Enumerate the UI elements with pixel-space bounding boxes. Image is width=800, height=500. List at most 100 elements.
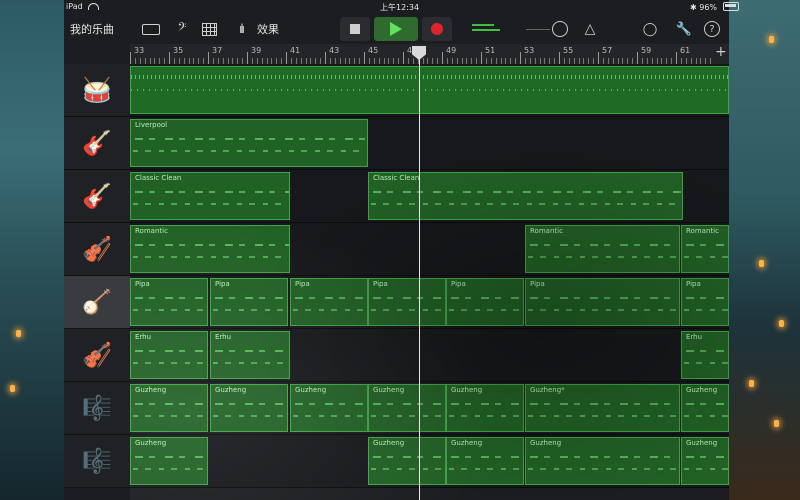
- music-region[interactable]: [130, 66, 729, 114]
- music-region[interactable]: Classic Clean: [130, 172, 290, 220]
- record-button[interactable]: [422, 17, 452, 41]
- track-header-drum-kit[interactable]: 🥁: [64, 64, 130, 117]
- ruler-tick: [130, 52, 131, 64]
- region-label: Romantic: [135, 227, 168, 235]
- music-region[interactable]: Pipa: [210, 278, 288, 326]
- track-header-electric-guitar[interactable]: 🎸: [64, 117, 130, 170]
- loop-browser-button[interactable]: ◯: [642, 18, 658, 40]
- music-region[interactable]: Classic Clean: [368, 172, 683, 220]
- music-region[interactable]: Guzheng: [130, 384, 208, 432]
- guitar-icon: 𝄢: [177, 21, 187, 37]
- region-label: Pipa: [373, 280, 388, 288]
- music-region[interactable]: Romantic: [130, 225, 290, 273]
- battery-percent: 96%: [699, 3, 718, 12]
- timeline-ruler[interactable]: 333537394143454749515355575961: [130, 44, 729, 65]
- music-region[interactable]: Pipa: [681, 278, 729, 326]
- track-header-pipa[interactable]: 🪕: [64, 276, 130, 329]
- ruler-tick: [325, 52, 326, 64]
- music-region[interactable]: Guzheng: [368, 384, 446, 432]
- my-songs-button[interactable]: 我的乐曲: [70, 18, 114, 40]
- bar-number: 53: [524, 46, 535, 55]
- music-region[interactable]: Pipa: [290, 278, 368, 326]
- music-region[interactable]: Guzheng: [130, 437, 208, 485]
- music-region[interactable]: Guzheng: [210, 384, 288, 432]
- track-lane: [130, 64, 729, 117]
- stop-button[interactable]: [340, 17, 370, 41]
- region-label: Erhu: [686, 333, 703, 341]
- lantern-decoration: [16, 330, 21, 337]
- track-lane: Guzheng Guzheng Guzheng Guzheng Guzheng: [130, 435, 729, 488]
- music-region[interactable]: Guzheng*: [525, 384, 680, 432]
- track-header-hollow-guitar[interactable]: 🎸: [64, 170, 130, 223]
- strings-icon: 🎻: [82, 235, 112, 263]
- metronome-button[interactable]: △: [582, 18, 598, 40]
- ruler-tick: [520, 52, 521, 64]
- region-label: Guzheng: [451, 386, 483, 394]
- music-region[interactable]: Guzheng: [681, 437, 729, 485]
- mixer-button[interactable]: ılı: [232, 18, 250, 40]
- ruler-tick: [364, 52, 365, 64]
- tracks-view-button[interactable]: [140, 18, 162, 40]
- track-header-guzheng[interactable]: 🎼: [64, 435, 130, 488]
- music-region[interactable]: Liverpool: [130, 119, 368, 167]
- bar-number: 57: [602, 46, 613, 55]
- track-lane: Classic Clean Classic Clean: [130, 170, 729, 223]
- bar-number: 45: [368, 46, 379, 55]
- region-label: Guzheng: [135, 386, 167, 394]
- background-scenery-right: [729, 0, 800, 500]
- metronome-icon: △: [584, 21, 596, 37]
- record-icon: [431, 23, 443, 35]
- wrench-icon: 🔧: [675, 21, 693, 37]
- music-region[interactable]: Pipa: [130, 278, 208, 326]
- play-button[interactable]: [374, 17, 418, 41]
- music-region[interactable]: Guzheng: [446, 384, 524, 432]
- volume-track: [526, 29, 550, 30]
- track-lane: Pipa Pipa Pipa Pipa Pipa Pipa Pipa: [130, 276, 729, 329]
- wifi-icon: [88, 3, 99, 10]
- music-region[interactable]: Guzheng: [290, 384, 368, 432]
- music-region[interactable]: Erhu: [681, 331, 729, 379]
- region-label: Guzheng: [373, 386, 405, 394]
- music-region[interactable]: Pipa: [368, 278, 446, 326]
- bar-number: 43: [329, 46, 340, 55]
- track-header-erhu[interactable]: 🎻: [64, 329, 130, 382]
- battery-status: ✱ 96%: [690, 2, 739, 12]
- music-region[interactable]: Romantic: [525, 225, 680, 273]
- add-section-button[interactable]: +: [715, 44, 727, 60]
- background-scenery-left: [0, 0, 64, 500]
- hollow-guitar-icon: 🎸: [82, 182, 112, 210]
- music-region[interactable]: Guzheng: [681, 384, 729, 432]
- region-label: Guzheng: [530, 439, 562, 447]
- loop-icon: ◯: [642, 21, 658, 37]
- volume-slider[interactable]: [552, 21, 568, 37]
- control-bar: 我的乐曲 𝄢 ılı 效果 △ ◯ 🔧 ?: [64, 14, 729, 44]
- music-region[interactable]: Guzheng: [368, 437, 446, 485]
- track-header-strings[interactable]: 🎻: [64, 223, 130, 276]
- settings-button[interactable]: 🔧: [676, 18, 692, 40]
- lantern-decoration: [769, 36, 774, 43]
- playhead-line: [419, 58, 420, 500]
- region-label: Classic Clean: [135, 174, 182, 182]
- music-region[interactable]: Erhu: [130, 331, 208, 379]
- region-label: Guzheng: [686, 439, 718, 447]
- ruler-tick: [598, 52, 599, 64]
- music-region[interactable]: Guzheng: [525, 437, 680, 485]
- ruler-tick: [208, 52, 209, 64]
- pipa-icon: 🪕: [82, 288, 112, 316]
- track-lane: Liverpool: [130, 117, 729, 170]
- music-region[interactable]: Romantic: [681, 225, 729, 273]
- instrument-button[interactable]: 𝄢: [172, 18, 192, 40]
- help-button[interactable]: ?: [704, 21, 720, 37]
- effects-button[interactable]: 效果: [257, 18, 279, 40]
- keyboard-view-button[interactable]: [200, 18, 218, 40]
- track-header-guzheng[interactable]: 🎼: [64, 382, 130, 435]
- guzheng-icon: 🎼: [82, 447, 112, 475]
- drum-kit-icon: 🥁: [82, 76, 112, 104]
- music-region[interactable]: Pipa: [446, 278, 524, 326]
- tracks-view-icon: [142, 23, 160, 35]
- music-region[interactable]: Pipa: [525, 278, 680, 326]
- music-region[interactable]: Erhu: [210, 331, 290, 379]
- music-region[interactable]: Guzheng: [446, 437, 524, 485]
- bar-number: 55: [563, 46, 574, 55]
- region-label: Guzheng*: [530, 386, 565, 394]
